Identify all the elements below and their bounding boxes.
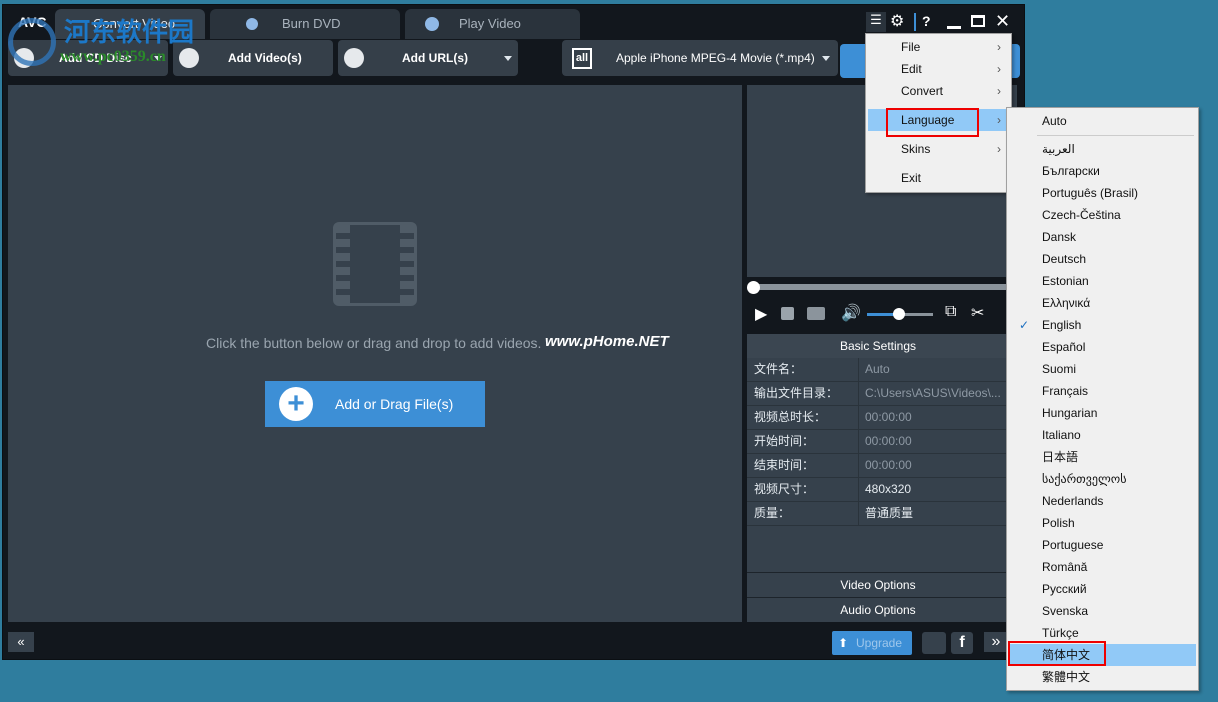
duration-field: 00:00:00 [858, 406, 1008, 429]
language-item[interactable]: 繁體中文 [1009, 666, 1196, 688]
language-item[interactable]: ✓ English [1009, 314, 1196, 336]
filename-field[interactable]: Auto [858, 358, 1008, 381]
upgrade-button[interactable]: ⬆ Upgrade [832, 631, 912, 655]
drop-hint: Click the button below or drag and drop … [206, 335, 542, 351]
setting-row: 文件名： Auto [747, 358, 1007, 382]
menu-item-exit[interactable]: Exit [868, 167, 1009, 189]
play-icon [425, 17, 439, 31]
play-icon[interactable]: ▶ [755, 304, 767, 324]
add-video-icon [179, 48, 199, 68]
watermark-phome: www.pHome.NET [545, 333, 669, 350]
player-controls: ▶ 🔊 ⧉ ✂ [747, 300, 1017, 328]
language-item[interactable]: საქართველოს [1009, 468, 1196, 490]
menu-item-edit[interactable]: Edit › [868, 58, 1009, 80]
add-video-button[interactable]: Add Video(s) [173, 40, 333, 76]
setting-row: 视频尺寸： 480x320 [747, 478, 1007, 502]
divider [914, 13, 916, 31]
close-icon[interactable]: ✕ [995, 11, 1010, 32]
language-item[interactable]: Deutsch [1009, 248, 1196, 270]
end-time-field[interactable]: 00:00:00 [858, 454, 1008, 477]
setting-row: 结束时间： 00:00:00 [747, 454, 1007, 478]
tab-play-video[interactable]: Play Video [405, 9, 580, 39]
globe-icon [344, 48, 364, 68]
annotation-box [1008, 641, 1106, 666]
language-menu: Auto العربية Български Português (Brasil) Cz… [1006, 107, 1199, 691]
setting-row: 视频总时长： 00:00:00 [747, 406, 1007, 430]
menu-icon[interactable]: ☰ [866, 12, 886, 32]
language-item[interactable]: Auto [1009, 110, 1196, 132]
audio-options-button[interactable]: Audio Options [747, 597, 1009, 622]
disc-icon [246, 18, 258, 30]
menu-item-convert[interactable]: Convert › [868, 80, 1009, 102]
language-item[interactable]: Nederlands [1009, 490, 1196, 512]
gear-icon[interactable]: ⚙ [890, 11, 904, 31]
add-or-drag-files-button[interactable]: + Add or Drag File(s) [265, 381, 485, 427]
format-all-icon: all [572, 48, 592, 69]
language-item[interactable]: Dansk [1009, 226, 1196, 248]
video-size-select[interactable]: 480x320 [858, 478, 1008, 501]
language-item[interactable]: العربية [1009, 138, 1196, 160]
setting-row: 开始时间： 00:00:00 [747, 430, 1007, 454]
check-icon: ✓ [1019, 318, 1030, 332]
language-item[interactable]: Português (Brasil) [1009, 182, 1196, 204]
file-drop-area[interactable] [8, 85, 742, 622]
add-url-button[interactable]: Add URL(s) [338, 40, 518, 76]
divider [1037, 135, 1194, 136]
language-item[interactable]: Français [1009, 380, 1196, 402]
plus-icon: + [279, 387, 313, 421]
collapse-left-button[interactable]: « [8, 632, 34, 652]
language-item[interactable]: Portuguese [1009, 534, 1196, 556]
language-item[interactable]: Polish [1009, 512, 1196, 534]
language-item[interactable]: Svenska [1009, 600, 1196, 622]
volume-icon[interactable]: 🔊 [841, 303, 861, 323]
tab-burn-dvd[interactable]: Burn DVD [210, 9, 400, 39]
expand-right-button[interactable]: » [984, 632, 1008, 652]
output-dir-field[interactable]: C:\Users\ASUS\Videos\... [858, 382, 1008, 405]
setting-row: 质量： 普通质量 [747, 502, 1007, 526]
seek-handle[interactable] [747, 281, 760, 294]
film-icon [333, 222, 417, 306]
language-item[interactable]: Русский [1009, 578, 1196, 600]
language-item[interactable]: Română [1009, 556, 1196, 578]
basic-settings-header[interactable]: Basic Settings [747, 334, 1009, 358]
menu-item-skins[interactable]: Skins › [868, 138, 1009, 160]
minimize-icon[interactable] [947, 26, 961, 29]
snapshot-icon[interactable] [807, 307, 825, 320]
annotation-box [886, 108, 979, 137]
setting-row: 输出文件目录： C:\Users\ASUS\Videos\... [747, 382, 1007, 406]
volume-handle[interactable] [893, 308, 905, 320]
menu-item-file[interactable]: File › [868, 36, 1009, 58]
language-item[interactable]: Czech-Čeština [1009, 204, 1196, 226]
scissors-icon[interactable]: ✂ [971, 303, 984, 323]
quality-select[interactable]: 普通质量 [858, 502, 1008, 525]
video-options-button[interactable]: Video Options [747, 572, 1009, 597]
language-item[interactable]: Ελληνικά [1009, 292, 1196, 314]
twitter-icon[interactable] [922, 632, 946, 654]
seek-slider[interactable] [750, 284, 1010, 290]
watermark-site-cn: 河东软件园 [64, 17, 195, 47]
watermark-site-url: www.pc0359.cn [60, 48, 166, 65]
start-time-field[interactable]: 00:00:00 [858, 430, 1008, 453]
maximize-icon[interactable] [971, 15, 985, 27]
language-item[interactable]: Español [1009, 336, 1196, 358]
help-icon[interactable]: ? [922, 13, 931, 29]
language-item[interactable]: Estonian [1009, 270, 1196, 292]
stop-icon[interactable] [781, 307, 794, 320]
watermark-logo [8, 18, 56, 66]
format-select[interactable]: all Apple iPhone MPEG-4 Movie (*.mp4) [562, 40, 838, 76]
language-item[interactable]: 日本語 [1009, 446, 1196, 468]
facebook-icon[interactable]: f [951, 632, 973, 654]
arrow-up-icon: ⬆ [838, 636, 849, 650]
language-item[interactable]: Български [1009, 160, 1196, 182]
language-item[interactable]: Suomi [1009, 358, 1196, 380]
crop-icon[interactable]: ⧉ [945, 303, 956, 321]
language-item[interactable]: Italiano [1009, 424, 1196, 446]
language-item[interactable]: Hungarian [1009, 402, 1196, 424]
